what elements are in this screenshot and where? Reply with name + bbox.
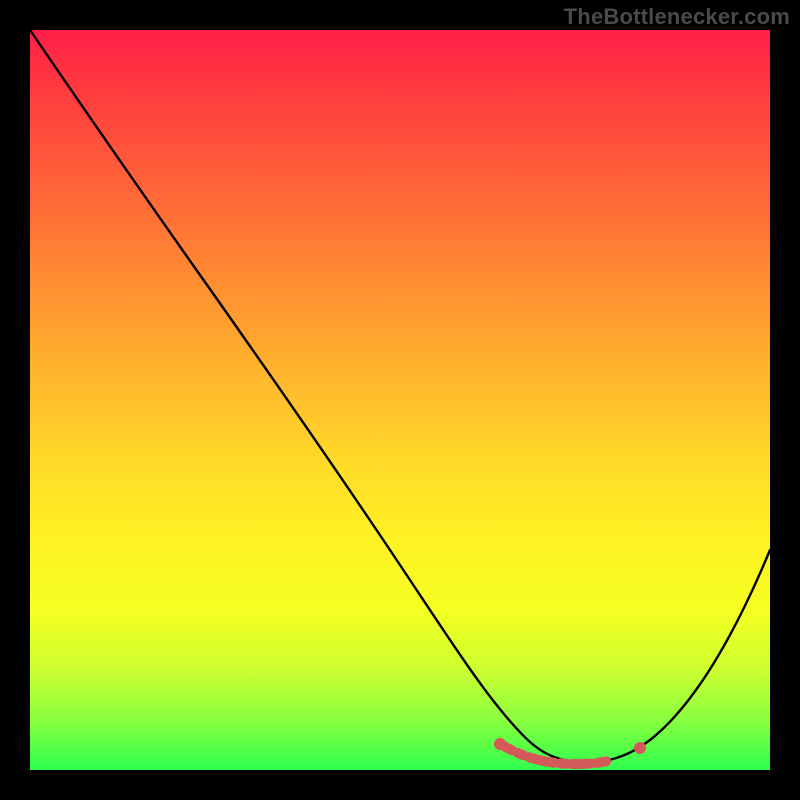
highlight-start-dot (494, 738, 506, 750)
curve-svg (30, 30, 770, 770)
optimal-range-highlight (500, 744, 640, 764)
bottleneck-curve (30, 30, 770, 762)
highlight-end-dot (634, 742, 646, 754)
watermark-text: TheBottlenecker.com (564, 4, 790, 30)
plot-area (30, 30, 770, 770)
chart-frame: TheBottlenecker.com (0, 0, 800, 800)
